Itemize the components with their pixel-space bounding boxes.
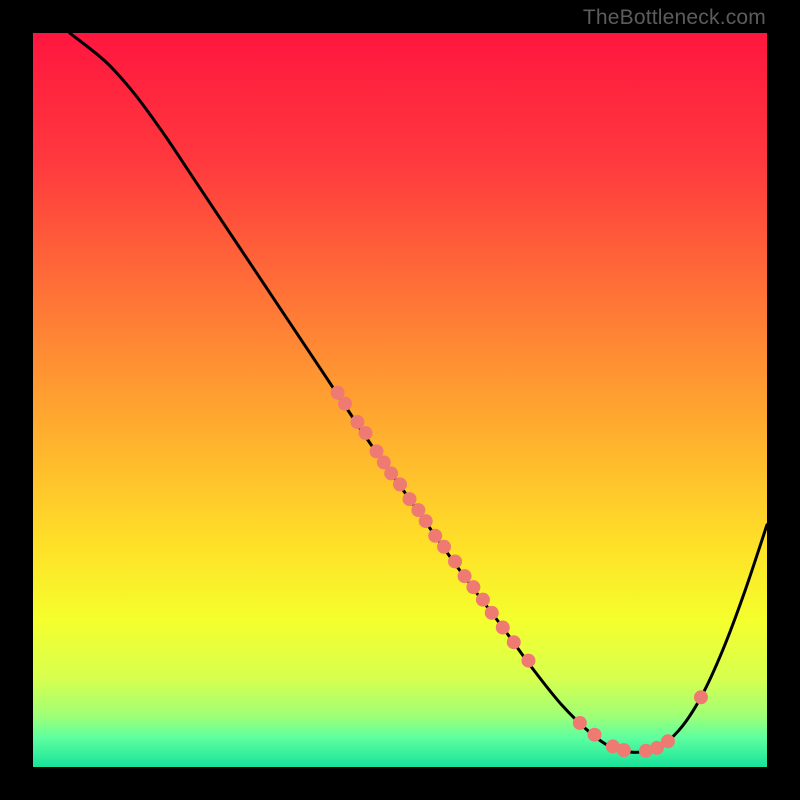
highlight-dot (448, 554, 462, 568)
watermark-text: TheBottleneck.com (583, 6, 766, 30)
highlight-dot (419, 514, 433, 528)
highlight-dot (507, 635, 521, 649)
highlight-dot (485, 606, 499, 620)
highlighted-points (331, 386, 708, 758)
chart-stage: TheBottleneck.com (0, 0, 800, 800)
highlight-dot (458, 569, 472, 583)
highlight-dot (588, 728, 602, 742)
highlight-dot (521, 654, 535, 668)
highlight-dot (617, 743, 631, 757)
highlight-dot (393, 477, 407, 491)
highlight-dot (694, 690, 708, 704)
highlight-dot (384, 466, 398, 480)
highlight-dot (466, 580, 480, 594)
highlight-dot (359, 426, 373, 440)
highlight-dot (338, 397, 352, 411)
curve-layer (33, 33, 767, 767)
highlight-dot (428, 529, 442, 543)
highlight-dot (573, 716, 587, 730)
highlight-dot (661, 734, 675, 748)
highlight-dot (476, 593, 490, 607)
highlight-dot (403, 492, 417, 506)
highlight-dot (437, 540, 451, 554)
bottleneck-curve (70, 33, 767, 752)
highlight-dot (496, 621, 510, 635)
plot-area (33, 33, 767, 767)
